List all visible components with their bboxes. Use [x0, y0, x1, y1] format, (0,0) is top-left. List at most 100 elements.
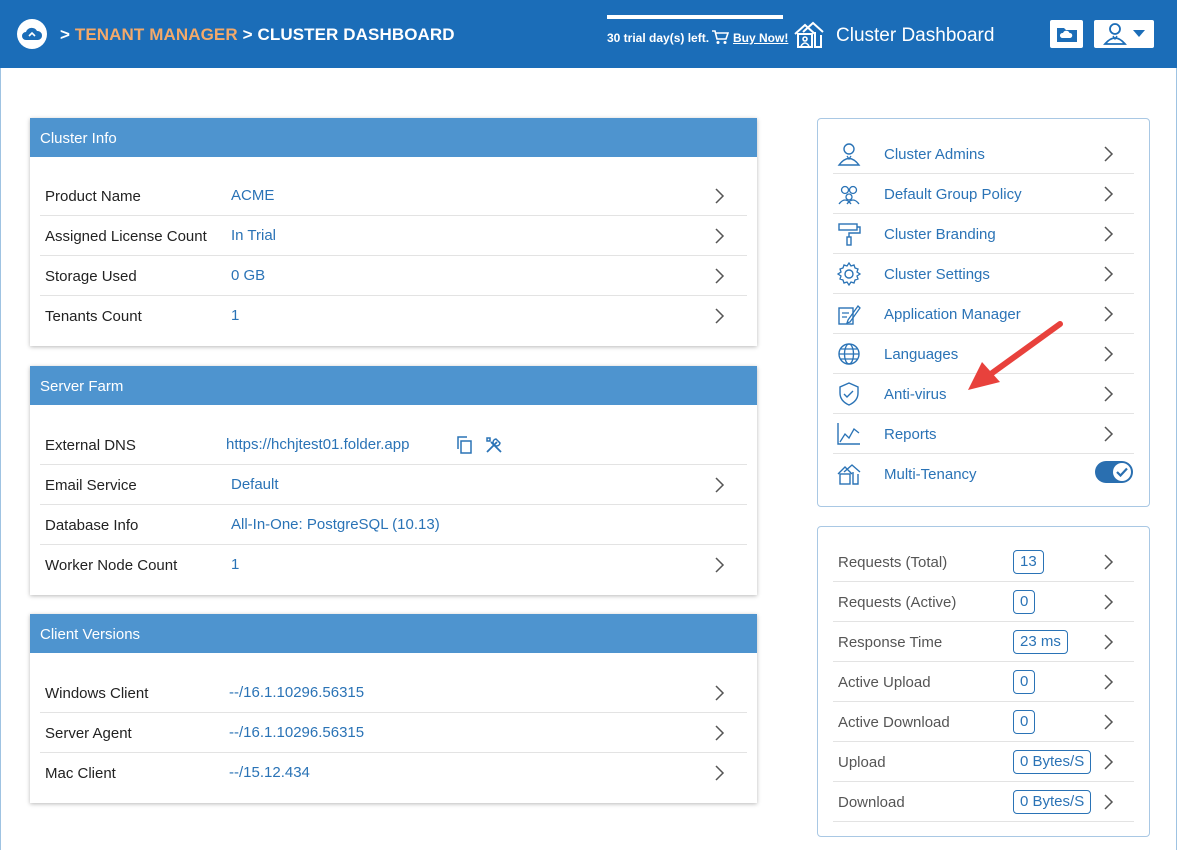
buy-now-link[interactable]: Buy Now!: [733, 31, 788, 45]
menu-item-cluster-settings[interactable]: Cluster Settings: [833, 254, 1134, 294]
client-versions-row-mac[interactable]: Mac Client --/15.12.434: [40, 753, 747, 793]
stat-label: Upload: [838, 754, 886, 771]
stat-label: Requests (Active): [838, 594, 957, 611]
chevron-right-icon: [1104, 226, 1114, 242]
stat-label: Download: [838, 794, 905, 811]
row-label: Worker Node Count: [45, 557, 178, 574]
stats-box: Requests (Total) 13 Requests (Active) 0 …: [817, 526, 1150, 837]
row-value: 1: [231, 556, 240, 573]
gear-icon: [836, 262, 862, 286]
copy-icon[interactable]: [456, 436, 472, 454]
menu-item-cluster-admins[interactable]: Cluster Admins: [833, 134, 1134, 174]
client-versions-row-windows[interactable]: Windows Client --/16.1.10296.56315: [40, 673, 747, 713]
cluster-info-row-tenants-count[interactable]: Tenants Count 1: [40, 296, 747, 336]
menu-item-label: Cluster Admins: [884, 146, 985, 163]
chevron-right-icon: [1104, 674, 1114, 690]
stat-value-badge: 0: [1013, 590, 1036, 614]
group-icon: [838, 185, 860, 205]
row-value: All-In-One: PostgreSQL (10.13): [231, 516, 440, 533]
admin-user-icon: [837, 143, 861, 166]
row-label: Server Agent: [45, 725, 132, 742]
stat-label: Requests (Total): [838, 554, 948, 571]
row-value: https://hchjtest01.folder.app: [226, 436, 410, 453]
stat-active-upload[interactable]: Active Upload 0: [833, 662, 1134, 702]
row-label: Assigned License Count: [45, 228, 207, 245]
stat-value-badge: 23 ms: [1013, 630, 1068, 654]
menu-item-label: Multi-Tenancy: [884, 466, 977, 483]
server-farm-row-worker-node-count[interactable]: Worker Node Count 1: [40, 545, 747, 585]
cluster-info-row-license-count[interactable]: Assigned License Count In Trial: [40, 216, 747, 256]
stat-value-badge: 0 Bytes/S: [1013, 790, 1092, 814]
breadcrumb: > TENANT MANAGER > CLUSTER DASHBOARD: [60, 25, 455, 45]
cluster-menu-box: Cluster Admins Default Group Policy Clus…: [817, 118, 1150, 507]
header-title: Cluster Dashboard: [836, 25, 995, 46]
row-label: Mac Client: [45, 765, 116, 782]
chevron-right-icon[interactable]: [715, 765, 725, 781]
chevron-right-icon[interactable]: [715, 228, 725, 244]
globe-icon: [838, 343, 860, 365]
menu-item-reports[interactable]: Reports: [833, 414, 1134, 454]
stat-requests-total[interactable]: Requests (Total) 13: [833, 542, 1134, 582]
row-label: Product Name: [45, 188, 141, 205]
row-value: --/16.1.10296.56315: [229, 724, 365, 741]
cluster-info-row-product-name[interactable]: Product Name ACME: [40, 176, 747, 216]
house-icon: [794, 21, 824, 48]
toggle-knob: [1113, 463, 1131, 481]
stat-upload[interactable]: Upload 0 Bytes/S: [833, 742, 1134, 782]
chevron-right-icon[interactable]: [715, 268, 725, 284]
menu-item-cluster-branding[interactable]: Cluster Branding: [833, 214, 1134, 254]
multi-tenancy-toggle[interactable]: [1095, 461, 1133, 483]
tools-icon[interactable]: [484, 435, 504, 455]
chevron-right-icon: [1104, 554, 1114, 570]
client-versions-title: Client Versions: [30, 614, 757, 653]
stat-requests-active[interactable]: Requests (Active) 0: [833, 582, 1134, 622]
trial-banner: 30 trial day(s) left. Buy Now!: [607, 15, 788, 55]
menu-item-default-group-policy[interactable]: Default Group Policy: [833, 174, 1134, 214]
client-versions-row-server-agent[interactable]: Server Agent --/16.1.10296.56315: [40, 713, 747, 753]
chevron-right-icon: [1104, 146, 1114, 162]
stat-download[interactable]: Download 0 Bytes/S: [833, 782, 1134, 822]
client-versions-panel: Client Versions Windows Client --/16.1.1…: [30, 614, 757, 803]
row-label: Tenants Count: [45, 308, 142, 325]
row-value: --/15.12.434: [229, 764, 310, 781]
chevron-right-icon[interactable]: [715, 188, 725, 204]
cluster-info-row-storage-used[interactable]: Storage Used 0 GB: [40, 256, 747, 296]
chevron-right-icon: [1104, 714, 1114, 730]
server-farm-row-email-service[interactable]: Email Service Default: [40, 465, 747, 505]
row-label: Windows Client: [45, 685, 149, 702]
chevron-right-icon[interactable]: [715, 557, 725, 573]
row-label: External DNS: [45, 437, 136, 454]
chevron-right-icon: [1104, 634, 1114, 650]
user-menu-button[interactable]: [1094, 20, 1154, 48]
server-farm-row-external-dns: External DNS https://hchjtest01.folder.a…: [40, 425, 747, 465]
stat-value-badge: 13: [1013, 550, 1044, 574]
folder-button[interactable]: [1050, 20, 1083, 48]
stat-active-download[interactable]: Active Download 0: [833, 702, 1134, 742]
server-farm-panel: Server Farm External DNS https://hchjtes…: [30, 366, 757, 595]
chevron-right-icon[interactable]: [715, 477, 725, 493]
chevron-right-icon: [1104, 186, 1114, 202]
breadcrumb-separator: >: [60, 25, 71, 44]
stat-response-time[interactable]: Response Time 23 ms: [833, 622, 1134, 662]
chevron-right-icon[interactable]: [715, 685, 725, 701]
cart-icon: [712, 30, 729, 44]
stat-value-badge: 0: [1013, 710, 1036, 734]
chevron-right-icon: [1104, 386, 1114, 402]
stat-value-badge: 0 Bytes/S: [1013, 750, 1092, 774]
cloud-logo-icon[interactable]: [17, 19, 47, 49]
menu-item-multi-tenancy: Multi-Tenancy: [833, 454, 1134, 494]
chevron-right-icon[interactable]: [715, 308, 725, 324]
folder-icon: [1056, 28, 1077, 42]
stat-label: Active Download: [838, 714, 950, 731]
row-label: Database Info: [45, 517, 139, 534]
chevron-right-icon[interactable]: [715, 725, 725, 741]
menu-item-label: Default Group Policy: [884, 186, 1022, 203]
chevron-right-icon: [1104, 594, 1114, 610]
menu-item-label: Cluster Settings: [884, 266, 990, 283]
chevron-right-icon: [1104, 754, 1114, 770]
stat-label: Active Upload: [838, 674, 931, 691]
breadcrumb-tenant-manager[interactable]: TENANT MANAGER: [75, 25, 238, 44]
trial-days-text: 30 trial day(s) left.: [607, 31, 710, 45]
chevron-right-icon: [1104, 426, 1114, 442]
chevron-right-icon: [1104, 346, 1114, 362]
